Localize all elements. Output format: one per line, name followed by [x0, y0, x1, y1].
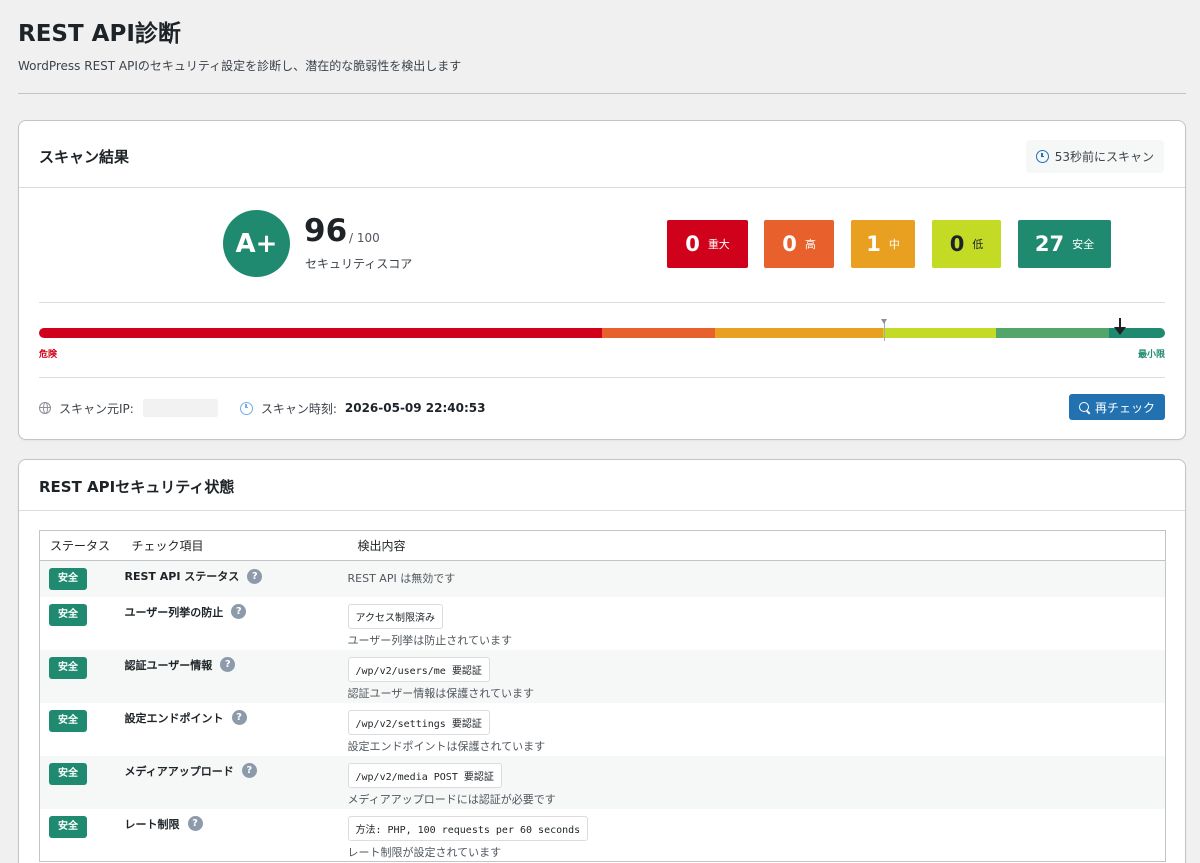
page-divider	[18, 93, 1186, 94]
scan-result-header: スキャン結果 53秒前にスキャン	[19, 121, 1185, 188]
severity-safe: 27 安全	[1018, 220, 1111, 268]
scan-ip-label: スキャン元IP:	[59, 401, 134, 416]
scan-result-title: スキャン結果	[39, 148, 130, 166]
status-table: ステータス チェック項目 検出内容 安全 REST API ステータス? RES…	[39, 530, 1166, 862]
score-value: 96	[304, 213, 348, 249]
detail-text: メディアアップロードには認証が必要です	[347, 792, 556, 806]
clock-icon	[1035, 150, 1049, 163]
help-icon[interactable]: ?	[231, 604, 247, 619]
gauge-label-minimal: 最小限	[1137, 350, 1165, 360]
severity-count: 0	[782, 232, 797, 256]
recheck-label: 再チェック	[1094, 400, 1155, 415]
risk-gauge	[39, 328, 1165, 338]
check-name: REST API ステータス?	[125, 568, 263, 584]
scan-time-label: スキャン時刻:	[260, 401, 337, 416]
score-label: セキュリティスコア	[305, 257, 413, 271]
table-row: 安全 REST API ステータス? REST API は無効です	[39, 560, 1166, 597]
scanned-ago-badge: 53秒前にスキャン	[1025, 140, 1164, 173]
divider	[39, 377, 1165, 378]
severity-count: 0	[949, 232, 965, 256]
table-header-row: ステータス チェック項目 検出内容	[39, 530, 1166, 561]
score-max: / 100	[349, 231, 380, 245]
detail-code: /wp/v2/users/me 要認証	[347, 656, 490, 682]
severity-label: 中	[888, 238, 900, 251]
recheck-button[interactable]: 再チェック	[1068, 394, 1165, 420]
help-icon[interactable]: ?	[187, 816, 203, 831]
check-name-text: レート制限	[124, 817, 180, 831]
severity-count: 27	[1034, 232, 1065, 256]
severity-critical: 0 重大	[667, 220, 748, 268]
globe-icon	[39, 402, 51, 414]
scan-ip-value-redacted	[142, 399, 218, 417]
detail-text: ユーザー列挙は防止されています	[347, 633, 512, 647]
detail-text: 認証ユーザー情報は保護されています	[347, 686, 534, 700]
detail-text: レート制限が設定されています	[347, 845, 502, 859]
check-name-text: 設定エンドポイント	[124, 711, 224, 725]
help-icon[interactable]: ?	[241, 763, 257, 778]
severity-label: 高	[804, 238, 816, 251]
rest-api-status-header: REST APIセキュリティ状態	[19, 460, 1185, 511]
scan-meta: スキャン元IP: スキャン時刻: 2026-05-09 22:40:53	[39, 399, 486, 417]
severity-label: 安全	[1072, 238, 1095, 251]
column-header-check: チェック項目	[121, 530, 348, 561]
divider	[39, 302, 1165, 303]
severity-medium: 1 中	[851, 220, 915, 268]
help-icon[interactable]: ?	[220, 657, 236, 672]
status-badge: 安全	[49, 656, 87, 679]
gauge-segment-low	[883, 328, 997, 338]
rest-api-status-card: REST APIセキュリティ状態 ステータス チェック項目 検出内容 安全 RE…	[18, 459, 1186, 863]
status-badge: 安全	[49, 568, 87, 590]
gauge-segment-good	[996, 328, 1109, 338]
check-name: レート制限?	[125, 816, 203, 832]
status-badge: 安全	[49, 709, 87, 732]
severity-label: 低	[972, 238, 984, 251]
check-name-text: 認証ユーザー情報	[124, 658, 213, 672]
column-header-status: ステータス	[39, 530, 122, 561]
table-row: 安全 認証ユーザー情報? /wp/v2/users/me 要認証 認証ユーザー情報…	[39, 649, 1166, 703]
gauge-label-danger: 危険	[39, 350, 58, 360]
gauge-segment-medium	[714, 328, 884, 338]
status-badge: 安全	[49, 603, 87, 626]
check-name: 認証ユーザー情報?	[125, 657, 236, 673]
detail-code: /wp/v2/settings 要認証	[347, 709, 490, 735]
gauge-segment-critical	[39, 328, 602, 338]
scan-result-card: スキャン結果 53秒前にスキャン A+ 96 / 100 セキュリティスコア 0…	[18, 120, 1186, 440]
status-badge: 安全	[49, 762, 87, 785]
scanned-ago-text: 53秒前にスキャン	[1054, 150, 1154, 164]
check-name-text: REST API ステータス	[124, 570, 240, 583]
help-icon[interactable]: ?	[247, 568, 263, 584]
table-row: 安全 メディアアップロード? /wp/v2/media POST 要認証メディア…	[39, 755, 1166, 809]
table-row: 安全 設定エンドポイント? /wp/v2/settings 要認証設定エンドポイ…	[40, 703, 1166, 756]
detail-code: 方法: PHP, 100 requests per 60 seconds	[347, 815, 589, 841]
check-name-text: メディアアップロード	[124, 764, 234, 778]
severity-low: 0 低	[932, 220, 1001, 268]
status-badge: 安全	[49, 815, 87, 838]
gauge-pointer-icon	[1113, 318, 1126, 336]
severity-count: 0	[685, 232, 700, 256]
help-icon[interactable]: ?	[231, 710, 247, 725]
table-row: 安全 レート制限? 方法: PHP, 100 requests per 60 s…	[40, 809, 1166, 862]
detail-text: 設定エンドポイントは保護されています	[347, 739, 546, 753]
check-name: 設定エンドポイント?	[125, 710, 247, 726]
detail-code: /wp/v2/media POST 要認証	[347, 762, 502, 788]
column-header-detail: 検出内容	[347, 530, 1166, 561]
check-name: メディアアップロード?	[125, 763, 257, 779]
severity-count: 1	[866, 232, 881, 256]
gauge-threshold-marker	[881, 319, 887, 341]
grade-badge: A+	[223, 210, 290, 277]
table-row: 安全 ユーザー列挙の防止? アクセス制限済みユーザー列挙は防止されています	[40, 597, 1166, 650]
scan-time-value: 2026-05-09 22:40:53	[344, 401, 486, 415]
clock-icon	[239, 401, 253, 415]
rest-api-status-title: REST APIセキュリティ状態	[39, 478, 235, 496]
gauge-segment-high	[602, 328, 715, 338]
detail-text: REST API は無効です	[347, 572, 456, 585]
check-name-text: ユーザー列挙の防止	[124, 605, 224, 619]
page-title: REST API診断	[18, 21, 181, 47]
severity-label: 重大	[707, 238, 730, 251]
check-name: ユーザー列挙の防止?	[125, 604, 247, 620]
search-icon	[1078, 402, 1089, 412]
severity-high: 0 高	[764, 220, 834, 268]
page-description: WordPress REST APIのセキュリティ設定を診断し、潜在的な脆弱性を…	[18, 59, 462, 73]
detail-code: アクセス制限済み	[347, 603, 443, 629]
